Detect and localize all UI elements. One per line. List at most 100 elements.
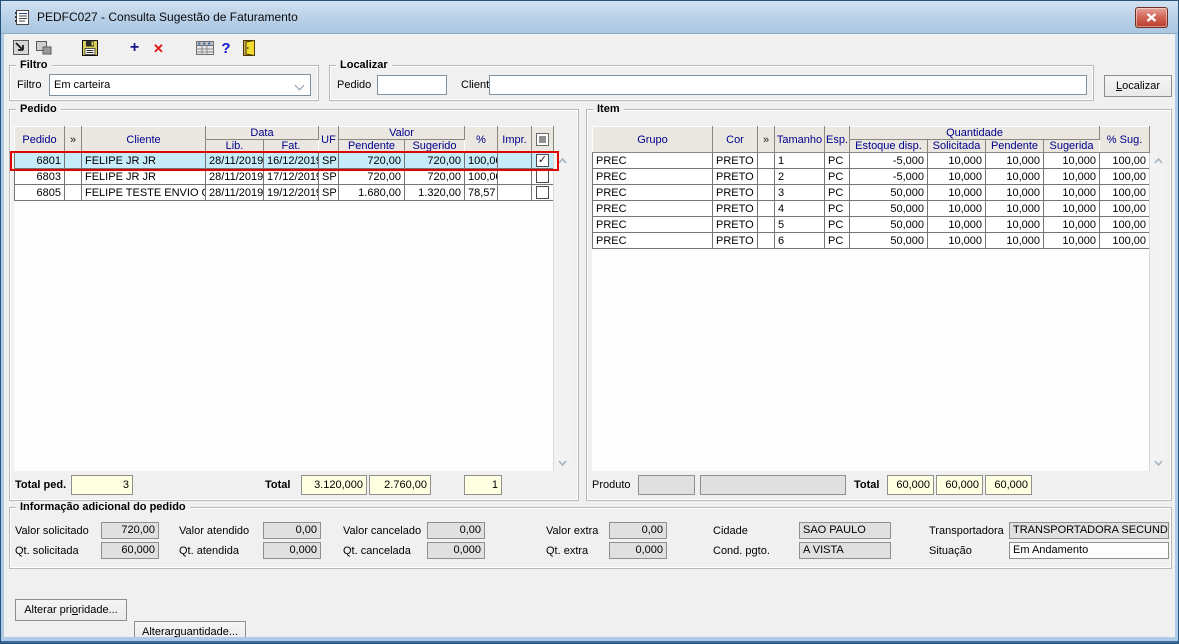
localizar-pedido-label: Pedido [337, 79, 372, 91]
item-table-row[interactable]: PREC PRETO 3 PC 50,000 10,000 10,000 10,… [592, 184, 1151, 201]
item-table-row[interactable]: PREC PRETO 2 PC -5,000 10,000 10,000 10,… [592, 168, 1151, 185]
pedido-col-header[interactable]: Pedido [14, 126, 65, 153]
titlebar: PEDFC027 - Consulta Sugestão de Faturame… [1, 1, 1178, 34]
uf-col-header[interactable]: UF [318, 126, 339, 153]
qt-solicitada-label: Qt. solicitada [15, 545, 79, 557]
valor-cancelado-value: 0,00 [427, 522, 485, 539]
valor-cancelado-label: Valor cancelado [343, 525, 422, 537]
item-table-row[interactable]: PREC PRETO 5 PC 50,000 10,000 10,000 10,… [592, 216, 1151, 233]
qt-cancelada-value: 0,000 [427, 542, 485, 559]
info-group-legend: Informação adicional do pedido [16, 501, 190, 513]
row-checkbox[interactable] [536, 170, 549, 183]
lib-col-header[interactable]: Lib. [205, 139, 264, 153]
info-group: Informação adicional do pedido [9, 501, 1172, 569]
localizar-pedido-input[interactable] [377, 75, 447, 95]
total-sugerido-value: 2.760,00 [369, 475, 431, 495]
scroll-up-icon[interactable] [1150, 153, 1166, 169]
document-icon [15, 10, 29, 25]
total-impr-value: 1 [464, 475, 502, 495]
exit-icon[interactable] [240, 38, 258, 58]
cidade-value: SAO PAULO [799, 522, 891, 539]
row-checkbox[interactable]: ✓ [536, 154, 549, 167]
item-total-pendente: 60,000 [936, 475, 983, 495]
tamanho-col-header[interactable]: Tamanho [774, 126, 825, 153]
check-all-header[interactable] [531, 126, 554, 153]
grid-icon[interactable] [194, 38, 215, 58]
close-button[interactable] [1135, 7, 1168, 28]
pedido-table-row[interactable]: 6803 FELIPE JR JR 28/11/2019 17/12/2019 … [14, 168, 554, 185]
pedido-table-row[interactable]: 6805 FELIPE TESTE ENVIO C 28/11/2019 19/… [14, 184, 554, 201]
cond-pgto-label: Cond. pgto. [713, 545, 770, 557]
filtro-label: Filtro [17, 79, 42, 91]
row-checkbox[interactable] [536, 186, 549, 199]
pedido-total-label: Total [265, 479, 291, 491]
filtro-combobox[interactable]: Em carteira [49, 74, 311, 96]
add-icon[interactable]: + [126, 38, 143, 58]
localizar-button[interactable]: Localizar [1104, 75, 1172, 97]
jump-to-record-icon[interactable] [11, 38, 32, 58]
total-pendente-value: 3.120,000 [301, 475, 367, 495]
expand-col-header[interactable]: » [64, 126, 82, 153]
cascade-icon[interactable] [33, 38, 55, 58]
window-title: PEDFC027 - Consulta Sugestão de Faturame… [37, 10, 298, 24]
sugerido-col-header[interactable]: Sugerido [404, 139, 465, 153]
qt-atendida-value: 0,000 [263, 542, 321, 559]
item-table-row[interactable]: PREC PRETO 4 PC 50,000 10,000 10,000 10,… [592, 200, 1151, 217]
chevron-down-icon [294, 80, 305, 91]
close-icon [1146, 13, 1157, 22]
item-group-legend: Item [593, 103, 624, 115]
produto-label: Produto [592, 479, 631, 491]
help-icon[interactable]: ? [219, 38, 233, 58]
save-icon[interactable] [80, 38, 99, 58]
filtro-group-legend: Filtro [16, 59, 52, 71]
item-total-solicitada: 60,000 [887, 475, 934, 495]
scroll-up-icon[interactable] [554, 153, 570, 169]
item-scrollbar[interactable] [1149, 153, 1166, 471]
item-table-row[interactable]: PREC PRETO 1 PC -5,000 10,000 10,000 10,… [592, 152, 1151, 169]
pct-sug-col-header[interactable]: % Sug. [1099, 126, 1151, 153]
impr-col-header[interactable]: Impr. [497, 126, 532, 153]
qt-extra-label: Qt. extra [546, 545, 589, 557]
pendente-col-header[interactable]: Pendente [985, 139, 1044, 153]
cliente-col-header[interactable]: Cliente [81, 126, 206, 153]
cond-pgto-value: A VISTA [799, 542, 891, 559]
valor-extra-value: 0,00 [609, 522, 667, 539]
data-col-header[interactable]: Data [205, 126, 319, 140]
estoque-col-header[interactable]: Estoque disp. [849, 139, 928, 153]
qt-solicitada-value: 60,000 [101, 542, 159, 559]
cor-col-header[interactable]: Cor [712, 126, 758, 153]
transportadora-value: TRANSPORTADORA SECUNDA [1009, 522, 1169, 539]
alterar-prioridade-button[interactable]: Alterar pri o ridade... [15, 599, 127, 621]
expand-col-header[interactable]: » [757, 126, 775, 153]
grupo-col-header[interactable]: Grupo [592, 126, 713, 153]
esp-col-header[interactable]: Esp. [824, 126, 850, 153]
scroll-down-icon[interactable] [1150, 455, 1166, 471]
valor-solicitado-value: 720,00 [101, 522, 159, 539]
pedido-table-row[interactable]: 6801 FELIPE JR JR 28/11/2019 16/12/2019 … [14, 152, 554, 169]
pedido-grid: Pedido » Cliente Data UF Valor % Impr. L… [10, 126, 559, 471]
total-ped-label: Total ped. [15, 479, 67, 491]
pct-col-header[interactable]: % [464, 126, 498, 153]
app-window: PEDFC027 - Consulta Sugestão de Faturame… [0, 0, 1179, 644]
solicitada-col-header[interactable]: Solicitada [927, 139, 986, 153]
delete-icon[interactable]: ✕ [150, 38, 167, 58]
situacao-value: Em Andamento [1009, 542, 1169, 559]
localizar-cliente-input[interactable] [489, 75, 1087, 95]
valor-extra-label: Valor extra [546, 525, 599, 537]
produto-codigo-field [638, 475, 695, 495]
cidade-label: Cidade [713, 525, 748, 537]
pedido-scrollbar[interactable] [553, 153, 570, 471]
check-all-checkbox-icon [536, 133, 549, 146]
window-frame [1, 637, 1178, 643]
pendente-col-header[interactable]: Pendente [338, 139, 405, 153]
sugerida-col-header[interactable]: Sugerida [1042, 139, 1101, 153]
transportadora-label: Transportadora [929, 525, 1004, 537]
scroll-down-icon[interactable] [554, 455, 570, 471]
item-table-row[interactable]: PREC PRETO 6 PC 50,000 10,000 10,000 10,… [592, 232, 1151, 249]
fat-col-header[interactable]: Fat. [263, 139, 319, 153]
situacao-label: Situação [929, 545, 972, 557]
item-total-sugerida: 60,000 [985, 475, 1032, 495]
valor-col-header[interactable]: Valor [338, 126, 465, 140]
quantidade-col-header[interactable]: Quantidade [848, 126, 1101, 140]
qt-extra-value: 0,000 [609, 542, 667, 559]
